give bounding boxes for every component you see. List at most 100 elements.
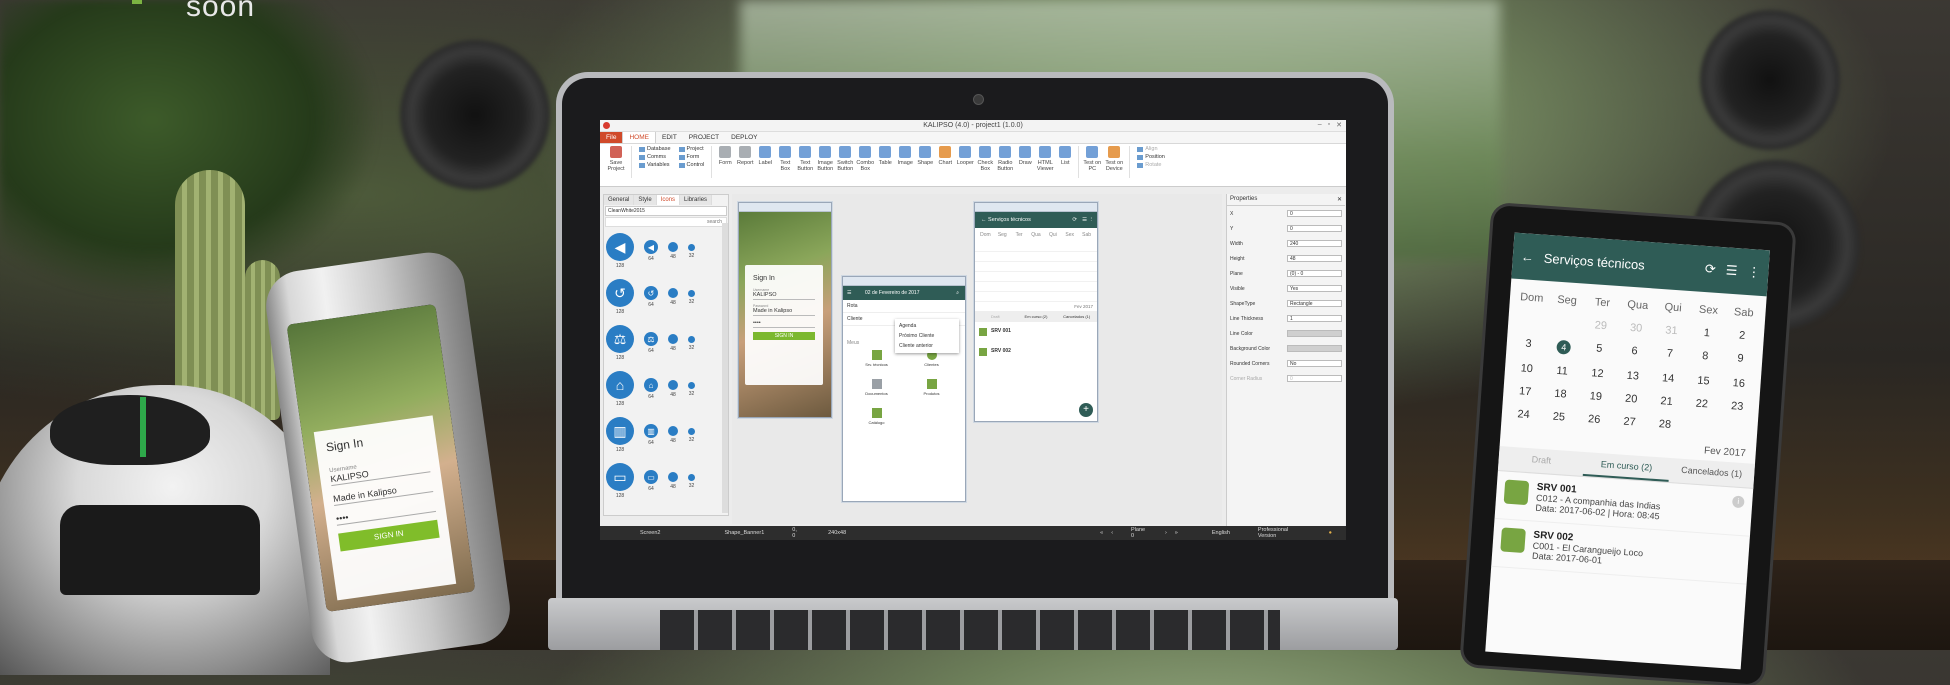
close-icon[interactable]: ✕	[1336, 121, 1342, 129]
tab-icons[interactable]: Icons	[656, 195, 681, 205]
form-window-services[interactable]: ← Serviços técnicos ⟳ ☰ ⋮ Dom Seg Ter Qu…	[974, 202, 1098, 422]
icon-cell[interactable]: ▥ 64	[644, 424, 658, 446]
service-list-item[interactable]: SRV 001	[975, 322, 1097, 342]
icon-cell[interactable]: ▭ 128	[606, 463, 634, 499]
icon-cell[interactable]: 48	[668, 242, 678, 260]
list-icon[interactable]: ☰	[1082, 212, 1087, 228]
popup-item-agenda[interactable]: Agenda	[897, 321, 957, 331]
calendar-day[interactable]: 17	[1507, 384, 1543, 398]
menu-project[interactable]: PROJECT	[683, 132, 725, 143]
signin-button[interactable]: SIGN IN	[753, 332, 815, 340]
calendar-day[interactable]: 25	[1541, 410, 1577, 424]
tab-libraries[interactable]: Libraries	[680, 195, 713, 205]
property-value-line-thickness[interactable]: 1	[1287, 315, 1342, 322]
icon-cell[interactable]: 48	[668, 426, 678, 444]
menu-deploy[interactable]: DEPLOY	[725, 132, 763, 143]
tool-looper[interactable]: Looper	[955, 146, 975, 166]
icon-cell[interactable]: 32	[688, 289, 695, 305]
test-on-device-button[interactable]: Test on Device	[1102, 146, 1126, 172]
sync-icon[interactable]: ⟳	[1704, 261, 1716, 278]
plane-first-icon[interactable]: «	[860, 530, 1107, 536]
icon-cell[interactable]: ◀ 64	[644, 240, 658, 262]
icon-cell[interactable]: ▭ 64	[644, 470, 658, 492]
tab-style[interactable]: Style	[634, 195, 657, 205]
icon-cell[interactable]: 32	[688, 381, 695, 397]
plane-next-icon[interactable]: ›	[1161, 530, 1171, 536]
menu-home[interactable]: HOME	[622, 131, 656, 143]
sync-icon[interactable]: ⟳	[1072, 212, 1077, 228]
calendar-day[interactable]: 14	[1650, 371, 1686, 385]
calendar-day[interactable]: 20	[1613, 392, 1649, 406]
icon-cell[interactable]: ⌂ 64	[644, 378, 658, 400]
tool-label[interactable]: Label	[755, 146, 775, 166]
variables-button[interactable]: Variables	[639, 162, 671, 168]
toolbox-scrollbar[interactable]	[722, 223, 728, 513]
plane-last-icon[interactable]: »	[1171, 530, 1182, 536]
add-fab-button[interactable]: +	[1079, 403, 1093, 417]
menu-file[interactable]: File	[600, 132, 623, 143]
calendar-day[interactable]: 28	[1647, 417, 1683, 431]
form-window-titlebar[interactable]	[739, 203, 831, 212]
username-field[interactable]: KALIPSO	[753, 292, 815, 300]
calendar-day[interactable]: 15	[1685, 374, 1721, 388]
menu-edit[interactable]: EDIT	[656, 132, 683, 143]
tab-general[interactable]: General	[604, 195, 635, 205]
calendar-day[interactable]: 10	[1509, 362, 1545, 376]
list-icon[interactable]: ☰	[1725, 262, 1738, 279]
icon-cell[interactable]: ⚖ 64	[644, 332, 658, 354]
database-button[interactable]: Database	[639, 146, 671, 152]
search-icon[interactable]: ⌕	[956, 286, 959, 300]
tool-image[interactable]: Image	[895, 146, 915, 166]
calendar-day[interactable]: 30	[1618, 321, 1654, 335]
property-value-height[interactable]: 48	[1287, 255, 1342, 262]
rotate-button[interactable]: Rotate	[1137, 162, 1165, 168]
calendar-day[interactable]: 26	[1576, 412, 1612, 426]
tab-draft[interactable]: Draft	[975, 314, 1016, 319]
tool-combo-box[interactable]: Combo Box	[855, 146, 875, 172]
back-arrow-icon[interactable]: ←	[1520, 249, 1534, 265]
tool-form[interactable]: Form	[715, 146, 735, 166]
calendar-day[interactable]: 18	[1542, 387, 1578, 401]
calendar-day[interactable]: 12	[1579, 366, 1615, 380]
more-icon[interactable]: ⋮	[1089, 212, 1095, 228]
tile-documents[interactable]: Documentos	[849, 379, 904, 396]
tool-radio-button[interactable]: Radio Button	[995, 146, 1015, 172]
property-value-plane[interactable]: (0) - 0	[1287, 270, 1342, 277]
user-icon[interactable]: ●	[1315, 530, 1346, 536]
agenda-row-rota[interactable]: Rota	[843, 300, 965, 313]
calendar-day-selected[interactable]: 4	[1546, 339, 1582, 355]
icon-search-input[interactable]: search	[605, 217, 727, 227]
icon-cell[interactable]: ⌂ 128	[606, 371, 634, 407]
signin-card[interactable]: Sign In Username KALIPSO Password Made i…	[745, 265, 823, 385]
close-icon[interactable]: ✕	[1337, 196, 1342, 203]
icon-cell[interactable]: ↺ 128	[606, 279, 634, 315]
icon-cell[interactable]: 48	[668, 334, 678, 352]
tablet-calendar[interactable]: Dom Seg Ter Qua Qui Sex Sab 29 30 31 1 2…	[1501, 278, 1767, 448]
maximize-icon[interactable]: ▫	[1328, 121, 1330, 129]
more-icon[interactable]: ⋮	[1747, 264, 1761, 281]
calendar-day[interactable]: 7	[1652, 346, 1688, 362]
property-value-shape-type[interactable]: Rectangle	[1287, 300, 1342, 307]
property-value-line-color[interactable]	[1287, 330, 1342, 337]
tool-image-button[interactable]: Image Button	[815, 146, 835, 172]
calendar-day[interactable]: 8	[1687, 349, 1723, 365]
calendar-day[interactable]: 5	[1581, 342, 1617, 358]
form-window-signin[interactable]: Sign In Username KALIPSO Password Made i…	[738, 202, 832, 418]
form-window-agenda[interactable]: ☰ 02 de Fevereiro de 2017 ⌕ Rota Cliente…	[842, 276, 966, 502]
icon-cell[interactable]: 32	[688, 427, 695, 443]
tool-html-viewer[interactable]: HTML Viewer	[1035, 146, 1055, 172]
property-value-x[interactable]: 0	[1287, 210, 1342, 217]
tool-table[interactable]: Table	[875, 146, 895, 166]
property-value-background-color[interactable]	[1287, 345, 1342, 352]
tile-products[interactable]: Produtos	[904, 379, 959, 396]
calendar-day[interactable]: 2	[1724, 328, 1760, 342]
control-button[interactable]: Control	[679, 162, 705, 168]
info-icon[interactable]: i	[1731, 495, 1745, 509]
company-field[interactable]: Made in Kalipso	[753, 308, 815, 316]
tool-check-box[interactable]: Check Box	[975, 146, 995, 172]
icon-cell[interactable]: ▥ 128	[606, 417, 634, 453]
service-list-item[interactable]: SRV 002	[975, 342, 1097, 362]
tool-text-box[interactable]: Text Box	[775, 146, 795, 172]
align-button[interactable]: Align	[1137, 146, 1165, 152]
icon-cell[interactable]: 48	[668, 380, 678, 398]
